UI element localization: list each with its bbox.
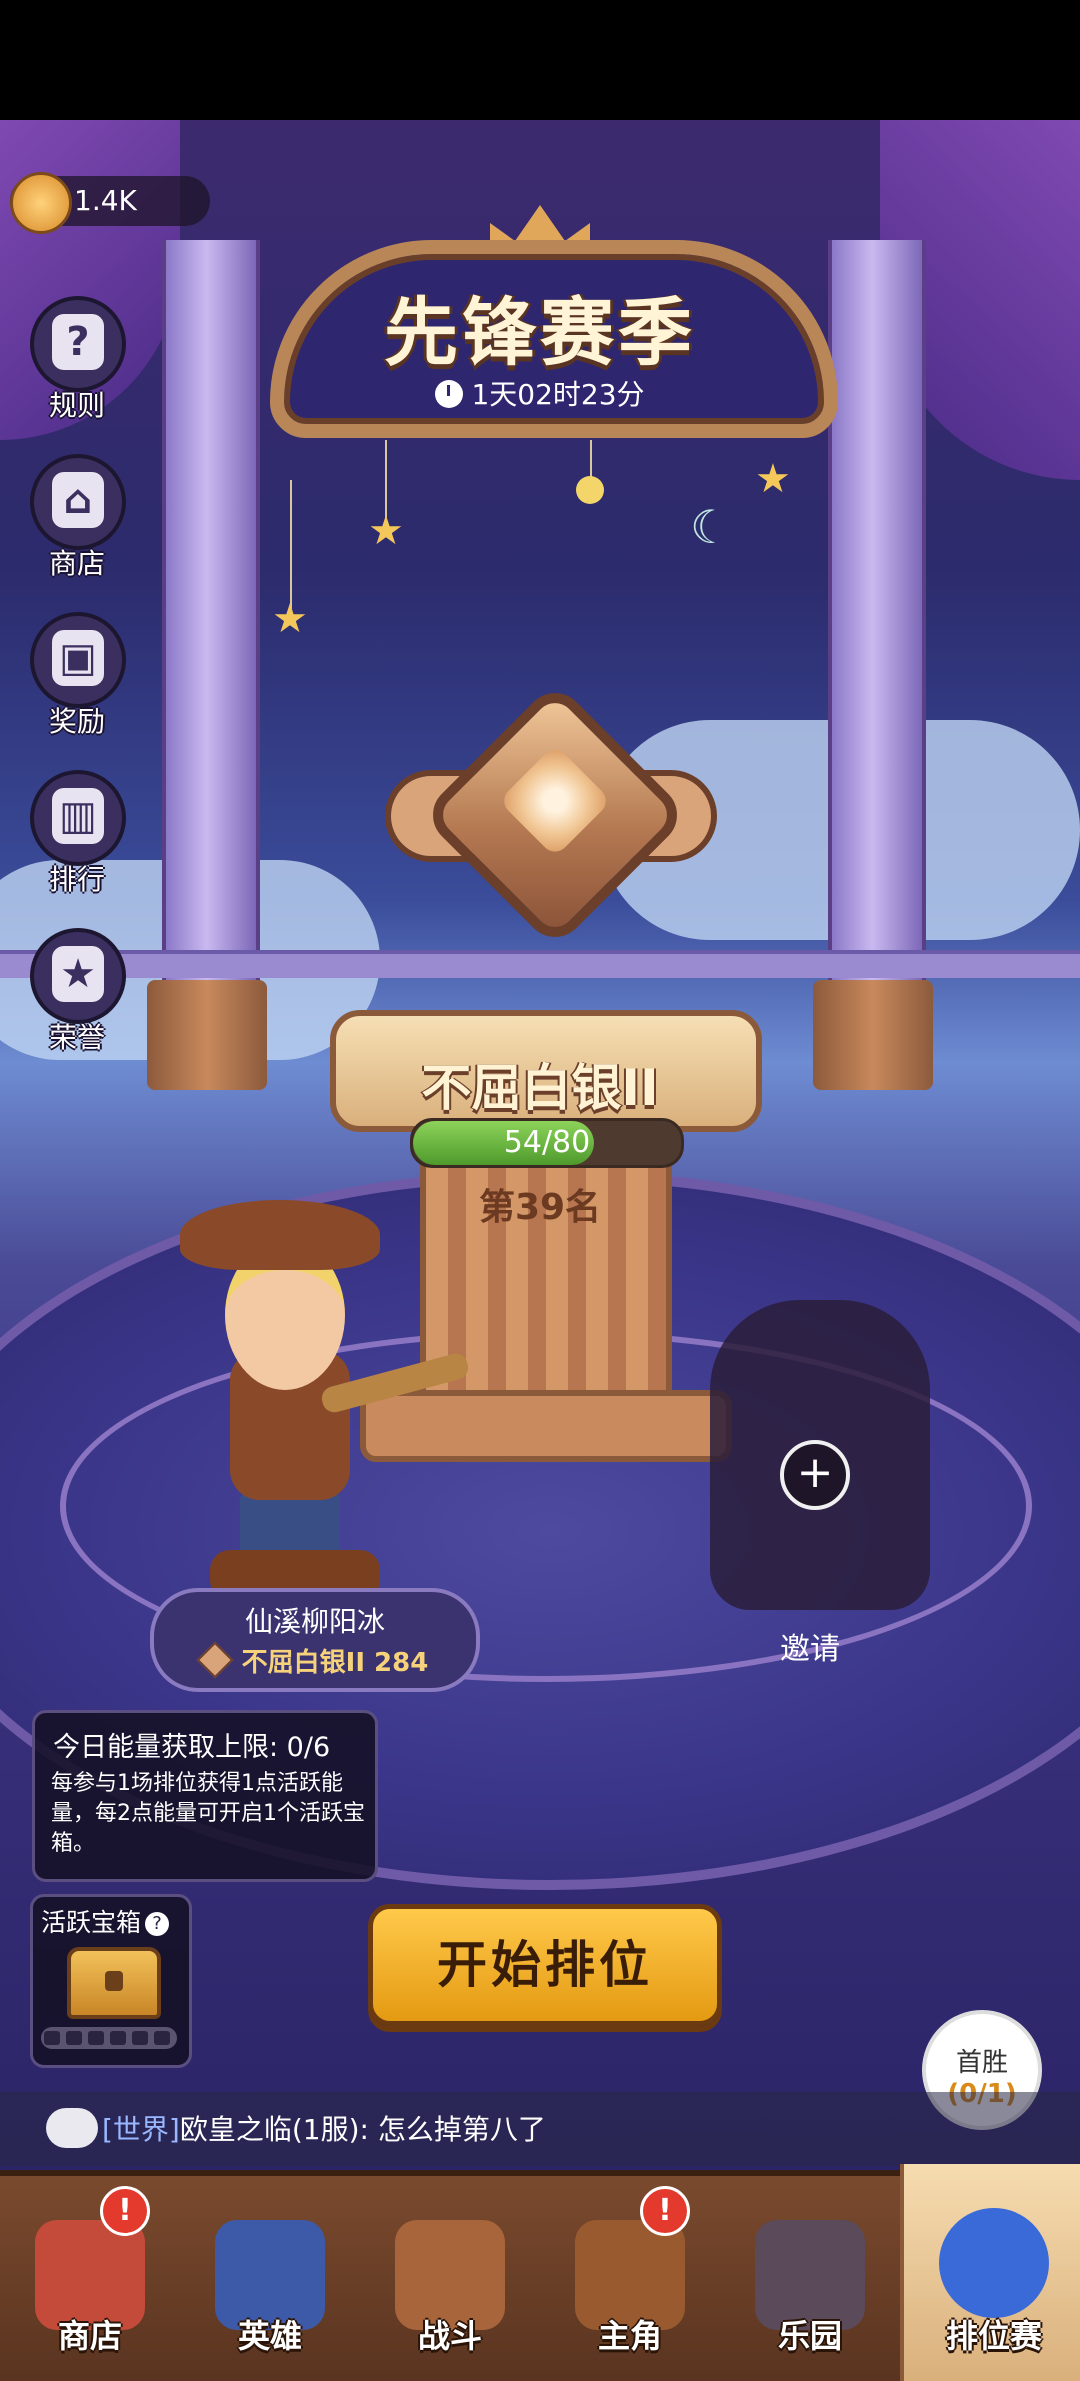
hanging-star-icon: ★ (755, 456, 791, 502)
rank-progress-text: 54/80 (503, 1125, 591, 1160)
pedestal-base (360, 1390, 732, 1462)
season-title: 先锋赛季 (384, 290, 696, 376)
nav-label: 商店 (57, 2317, 122, 2355)
currency-amount: 1.4K (74, 184, 137, 217)
player-rank-text: 不屈白银II 284 (241, 1648, 429, 1678)
help-icon[interactable]: ? (145, 1912, 170, 1936)
chest-lock (105, 1971, 123, 1991)
question-icon: ? (52, 314, 104, 370)
side-menu-ranking[interactable]: ▥ 排行 (30, 770, 126, 898)
nav-tab-protagonist[interactable]: ! 主角 (540, 2176, 720, 2381)
nav-label: 英雄 (237, 2317, 302, 2355)
nav-label: 排位赛 (945, 2317, 1042, 2355)
side-menu-rewards[interactable]: ▣ 奖励 (30, 612, 126, 740)
season-timer-text: 1天02时23分 (471, 378, 645, 411)
hanging-moon-icon: ☾ (690, 500, 732, 554)
nav-label: 战斗 (417, 2317, 482, 2355)
player-name: 仙溪柳阳冰 (244, 1605, 385, 1638)
side-menu-honor[interactable]: ★ 荣誉 (30, 928, 126, 1056)
ranked-emblem-icon (939, 2208, 1049, 2318)
pillar-right (828, 240, 926, 1060)
pillar-base-left (147, 980, 267, 1090)
rank-progress-bar: 54/80 (410, 1118, 684, 1168)
rank-position: 第39名 (478, 1187, 602, 1228)
nav-tab-park[interactable]: 乐园 (720, 2176, 900, 2381)
clock-icon (435, 380, 464, 408)
medal-icon: ★ (52, 946, 104, 1002)
pillar-base-right (813, 980, 933, 1090)
chest-icon: ▣ (52, 630, 104, 686)
hanging-orb-icon (576, 476, 604, 504)
first-win-label: 首胜 (955, 2048, 1008, 2078)
season-timer: 1天02时23分 (270, 373, 810, 413)
treasure-chest-icon[interactable] (67, 1947, 161, 2019)
hanging-string (590, 440, 592, 480)
chat-line: [世界]欧皇之临(1服): 怎么掉第八了 (102, 2108, 546, 2148)
chest-title: 活跃宝箱 (41, 1908, 142, 1937)
active-chest-panel[interactable]: 活跃宝箱? (30, 1894, 192, 2068)
nav-label: 乐园 (777, 2317, 842, 2355)
nav-label: 主角 (597, 2317, 662, 2355)
start-ranked-button[interactable]: 开始排位 (368, 1904, 722, 2026)
chat-bar[interactable]: [世界]欧皇之临(1服): 怎么掉第八了 (0, 2092, 1080, 2166)
emblem-diamond (420, 680, 690, 950)
energy-info-panel: 今日能量获取上限: 0/6 每参与1场排位获得1点活跃能量，每2点能量可开启1个… (32, 1710, 378, 1882)
side-menu-shop[interactable]: ⌂ 商店 (30, 454, 126, 582)
invite-label: 邀请 (780, 1632, 840, 1667)
hanging-star-icon: ★ (368, 508, 404, 554)
chat-message: 欧皇之临(1服): 怎么掉第八了 (179, 2113, 546, 2146)
shop-icon: ⌂ (52, 472, 104, 528)
energy-description: 每参与1场排位获得1点活跃能量，每2点能量可开启1个活跃宝箱。 (51, 1771, 365, 1856)
season-banner: 先锋赛季 1天02时23分 (270, 205, 838, 438)
emblem-sparkle-icon (498, 744, 612, 858)
chest-title-row: 活跃宝箱? (41, 1903, 170, 1939)
balcony-rail (0, 950, 1080, 978)
rank-name: 不屈白银II (421, 1059, 659, 1117)
rank-emblem[interactable] (385, 680, 717, 950)
alert-badge: ! (100, 2186, 150, 2236)
chest-progress-bar (41, 2027, 177, 2049)
nav-tab-shop[interactable]: ! 商店 (0, 2176, 180, 2381)
energy-title: 今日能量获取上限: 0/6 (53, 1732, 331, 1763)
player-rank: 不屈白银II 284 (154, 1641, 476, 1679)
nav-tab-heroes[interactable]: 英雄 (180, 2176, 360, 2381)
start-ranked-label: 开始排位 (437, 1936, 653, 1994)
invite-plus-button[interactable]: + (780, 1440, 850, 1510)
currency-display[interactable]: 1.4K (10, 172, 210, 234)
chat-bubble-icon (46, 2108, 98, 2148)
hanging-star-icon: ★ (272, 596, 308, 642)
pillar-left (162, 240, 260, 1060)
nav-tab-ranked[interactable]: 排位赛 (900, 2164, 1080, 2381)
nav-tab-battle[interactable]: 战斗 (360, 2176, 540, 2381)
bar-chart-icon: ▥ (52, 788, 104, 844)
rank-badge-icon (196, 1641, 234, 1679)
player-nameplate[interactable]: 仙溪柳阳冰 不屈白银II 284 (150, 1588, 480, 1692)
chat-channel: [世界] (102, 2113, 180, 2146)
alert-badge: ! (640, 2186, 690, 2236)
hero-hat (180, 1200, 380, 1270)
coin-icon (10, 172, 72, 234)
bottom-nav: ! 商店 英雄 战斗 ! 主角 乐园 排位赛 (0, 2164, 1080, 2381)
side-menu-rules[interactable]: ? 规则 (30, 296, 126, 424)
